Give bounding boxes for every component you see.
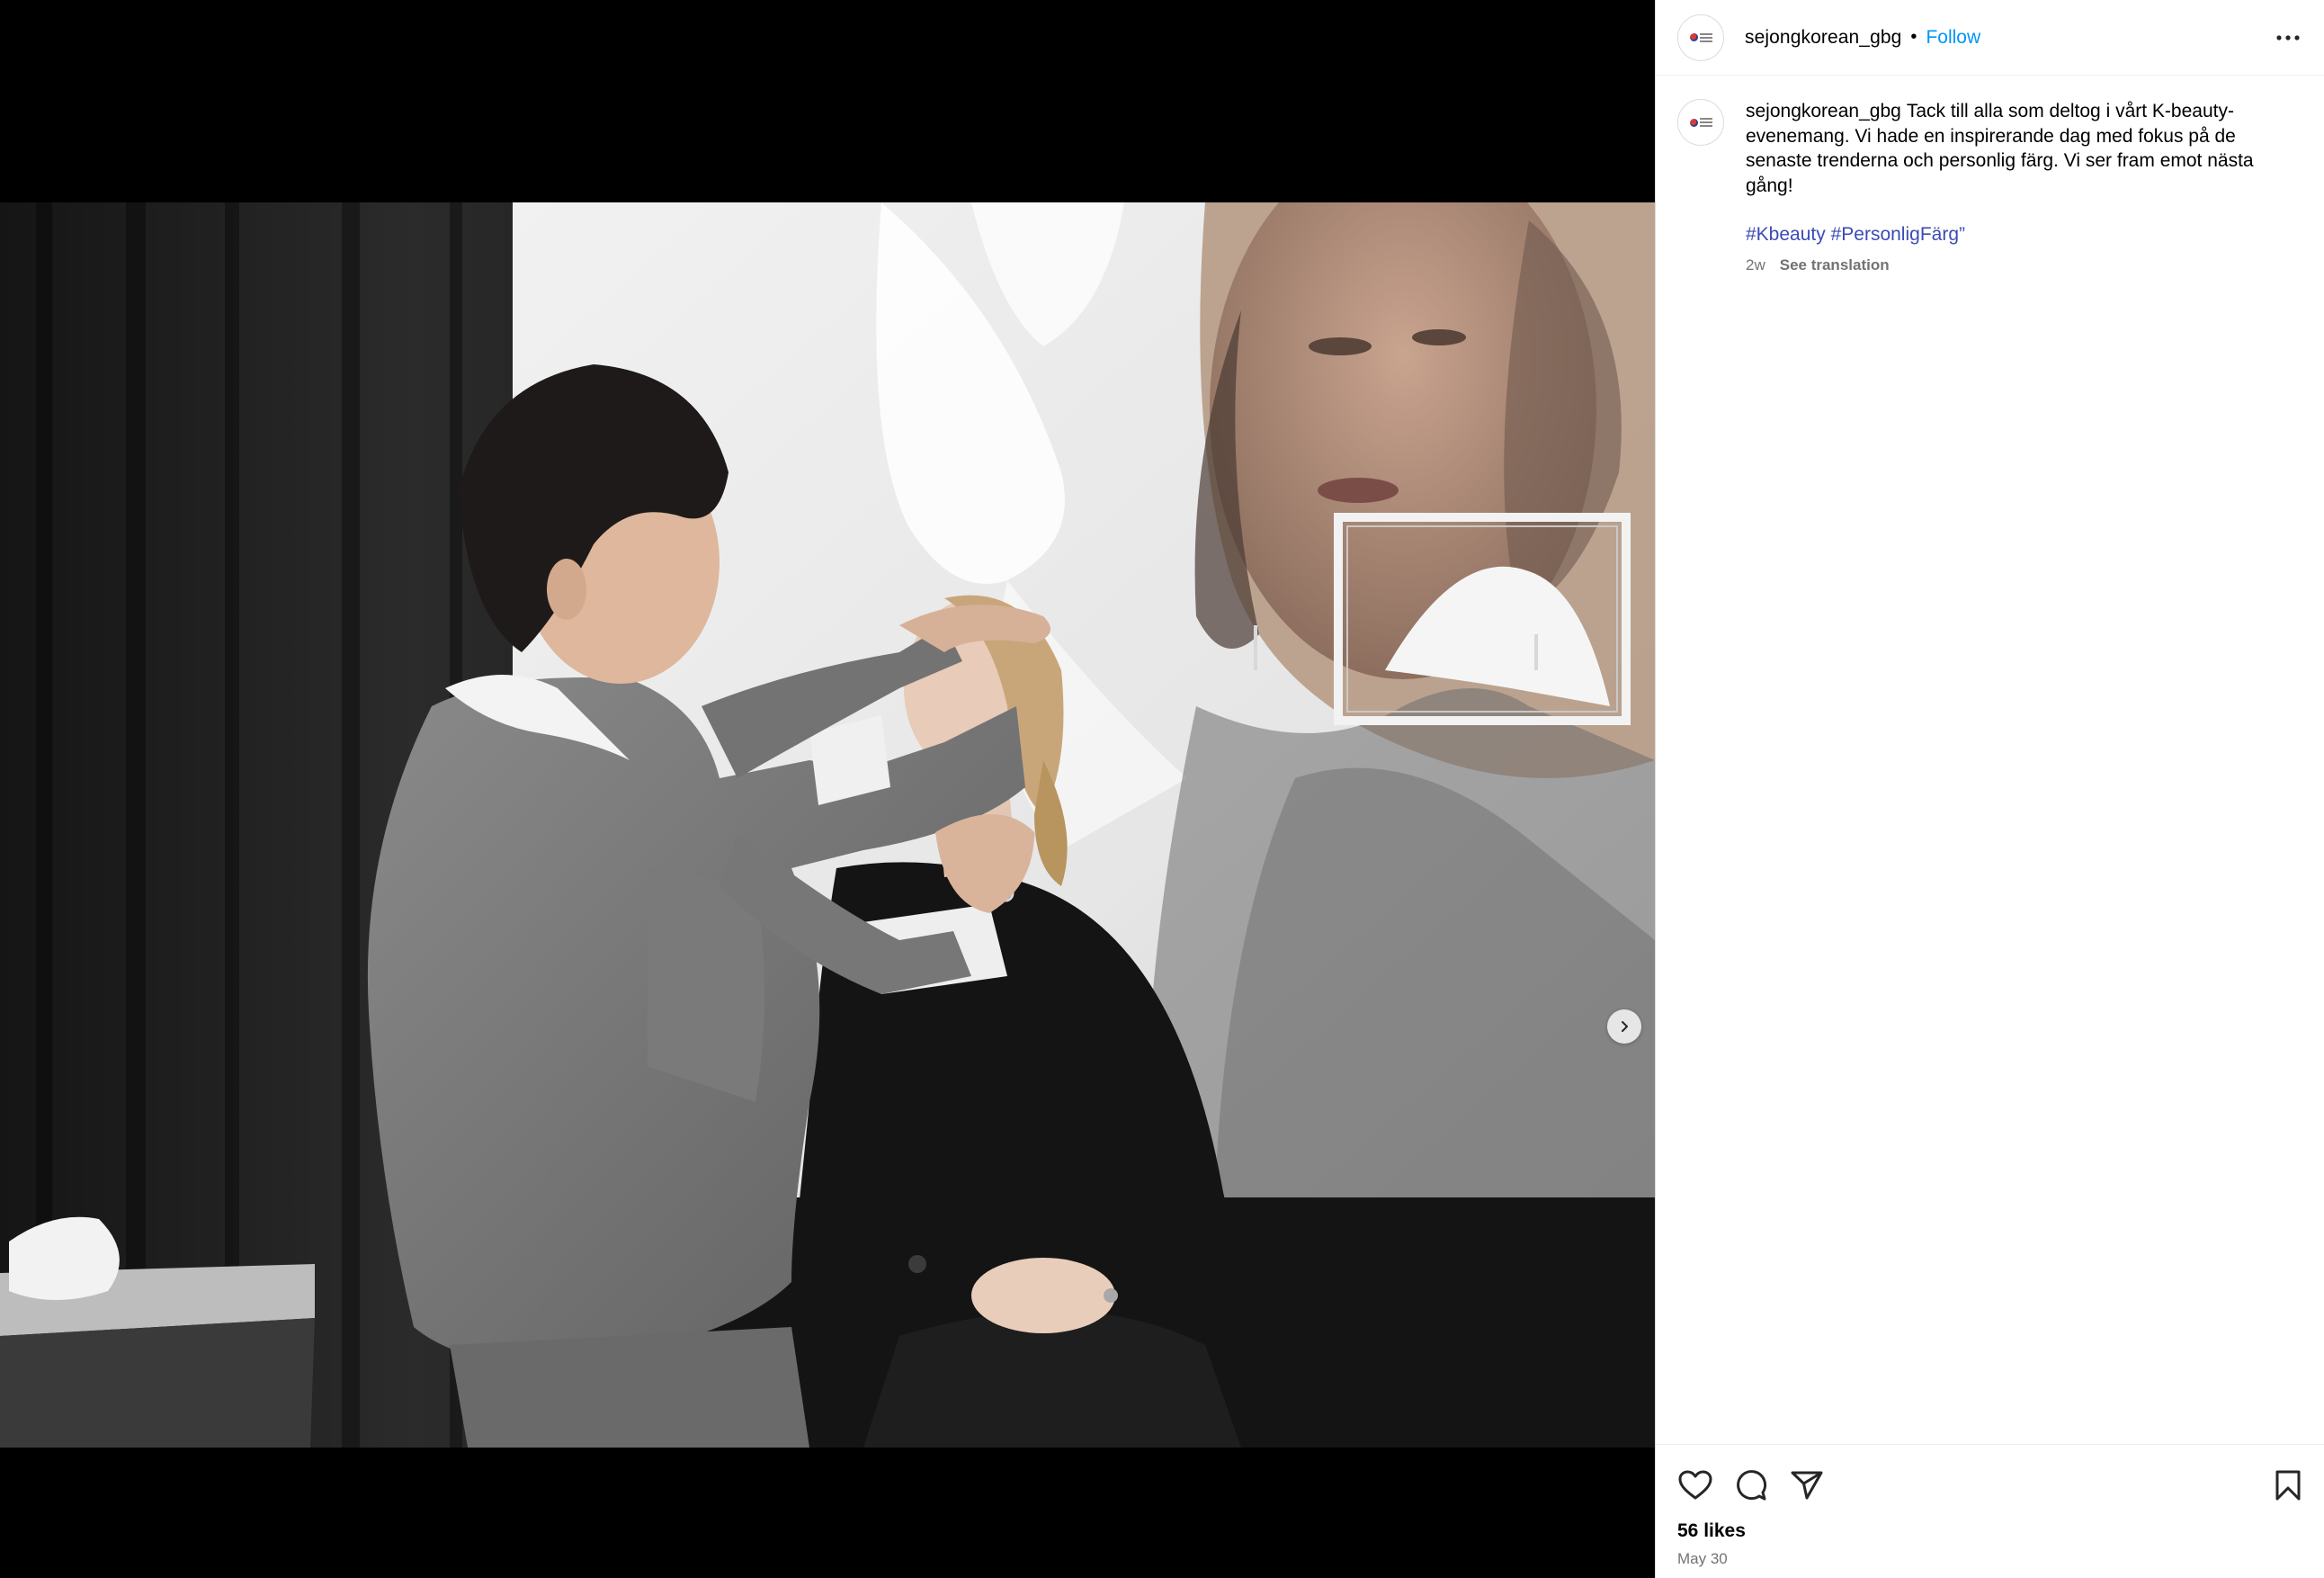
- send-icon: [1791, 1471, 1823, 1500]
- hashtag-link[interactable]: #PersonligFärg: [1831, 224, 1959, 245]
- caption-meta: 2w See translation: [1746, 253, 2276, 278]
- post-photo[interactable]: [0, 202, 1655, 1448]
- hashtag-link[interactable]: #Kbeauty: [1746, 224, 1826, 245]
- avatar[interactable]: [1677, 13, 1724, 61]
- logo-icon: [1689, 118, 1712, 127]
- photo-illustration: [0, 202, 1655, 1448]
- post-viewer: sejongkorean_gbg • Follow sejongkorean_g…: [0, 0, 2324, 1578]
- save-button[interactable]: [2270, 1467, 2306, 1503]
- post-footer: 56 likes May 30: [1656, 1444, 2324, 1578]
- bookmark-icon: [2275, 1470, 2301, 1501]
- see-translation-button[interactable]: See translation: [1780, 253, 1890, 278]
- follow-button[interactable]: Follow: [1926, 27, 1980, 49]
- hashtag-line: #Kbeauty #PersonligFärg”: [1746, 222, 2276, 247]
- heart-icon: [1678, 1470, 1712, 1500]
- chevron-right-icon: [1622, 1021, 1628, 1032]
- separator-dot: •: [1910, 27, 1917, 47]
- next-slide-button[interactable]: [1607, 1009, 1641, 1044]
- like-button[interactable]: [1677, 1467, 1713, 1503]
- comment-button[interactable]: [1733, 1467, 1769, 1503]
- more-horizontal-icon: [2276, 35, 2300, 40]
- action-bar: [1677, 1467, 1825, 1503]
- share-button[interactable]: [1789, 1467, 1825, 1503]
- likes-count[interactable]: 56 likes: [1677, 1520, 1746, 1542]
- caption-avatar[interactable]: [1677, 99, 1724, 146]
- media-area: [0, 0, 1655, 1578]
- post-date: May 30: [1677, 1550, 1728, 1567]
- logo-icon: [1689, 32, 1712, 42]
- hashtag-tail: ”: [1959, 224, 1965, 245]
- post-age: 2w: [1746, 256, 1765, 273]
- post-sidebar: sejongkorean_gbg • Follow sejongkorean_g…: [1655, 0, 2324, 1578]
- caption-username-link[interactable]: sejongkorean_gbg: [1746, 101, 1901, 121]
- username-link[interactable]: sejongkorean_gbg: [1745, 27, 1901, 49]
- caption-text: sejongkorean_gbg Tack till alla som delto…: [1746, 99, 2276, 277]
- comment-icon: [1737, 1470, 1767, 1501]
- post-header: sejongkorean_gbg • Follow: [1656, 0, 2324, 76]
- more-options-button[interactable]: [2270, 22, 2306, 54]
